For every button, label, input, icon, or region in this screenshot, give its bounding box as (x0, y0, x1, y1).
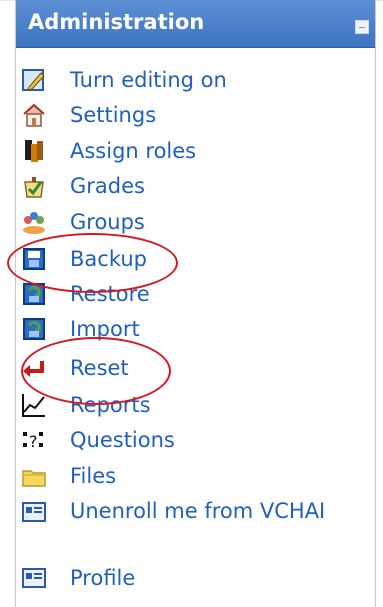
menu-label[interactable]: Reset (70, 356, 129, 380)
minus-square-icon[interactable] (355, 20, 369, 34)
menu-label[interactable]: Import (70, 317, 140, 341)
menu-label[interactable]: Reports (70, 393, 151, 417)
id-card-icon (22, 502, 46, 522)
menu-label[interactable]: Profile (70, 566, 135, 590)
menu-label[interactable]: Grades (70, 174, 145, 198)
svg-text:?: ? (29, 432, 38, 451)
restore-disk-icon (23, 283, 45, 305)
menu-item-restore[interactable]: Restore (16, 278, 375, 312)
pencil-edit-icon (22, 69, 45, 91)
menu-item-files[interactable]: Files (16, 460, 375, 494)
menu-label[interactable]: Turn editing on (70, 68, 227, 92)
menu-label[interactable]: Groups (70, 210, 145, 234)
menu-item-groups[interactable]: Groups (16, 206, 375, 240)
menu-label[interactable]: Assign roles (70, 139, 196, 163)
menu-label[interactable]: Restore (70, 282, 150, 306)
menu-item-grades[interactable]: Grades (16, 170, 375, 204)
house-settings-icon (23, 103, 45, 127)
block-title: Administration (28, 10, 205, 34)
id-card-icon (22, 568, 46, 588)
menu-item-questions[interactable]: ? Questions (16, 424, 375, 458)
import-disk-icon (23, 318, 45, 340)
block-header: Administration (16, 0, 375, 48)
menu-item-assign-roles[interactable]: Assign roles (16, 135, 375, 169)
menu-item-reports[interactable]: Reports (16, 389, 375, 423)
menu-item-unenroll[interactable]: Unenroll me from VCHAI (16, 496, 375, 562)
roles-people-icon (25, 140, 43, 162)
red-arrow-reset-icon (23, 361, 44, 377)
menu-item-profile[interactable]: Profile (16, 562, 375, 596)
questions-icon: ? (23, 432, 43, 451)
menu-label[interactable]: Unenroll me from VCHAI (70, 496, 330, 526)
menu-item-import[interactable]: Import (16, 313, 375, 347)
menu-item-backup[interactable]: Backup (16, 243, 375, 277)
menu-item-turn-editing-on[interactable]: Turn editing on (16, 64, 375, 98)
menu-label[interactable]: Settings (70, 103, 156, 127)
grades-icon (24, 177, 44, 198)
floppy-disk-icon (23, 248, 45, 270)
administration-block: Administration Turn editing on Settings … (7, 0, 376, 607)
menu-label[interactable]: Backup (70, 247, 147, 271)
menu-label[interactable]: Files (70, 464, 116, 488)
line-graph-icon (22, 394, 45, 417)
menu-label[interactable]: Questions (70, 428, 175, 452)
menu-item-reset[interactable]: Reset (16, 352, 375, 386)
folder-icon (22, 470, 46, 487)
menu-item-settings[interactable]: Settings (16, 99, 375, 133)
groups-people-icon (23, 212, 45, 234)
